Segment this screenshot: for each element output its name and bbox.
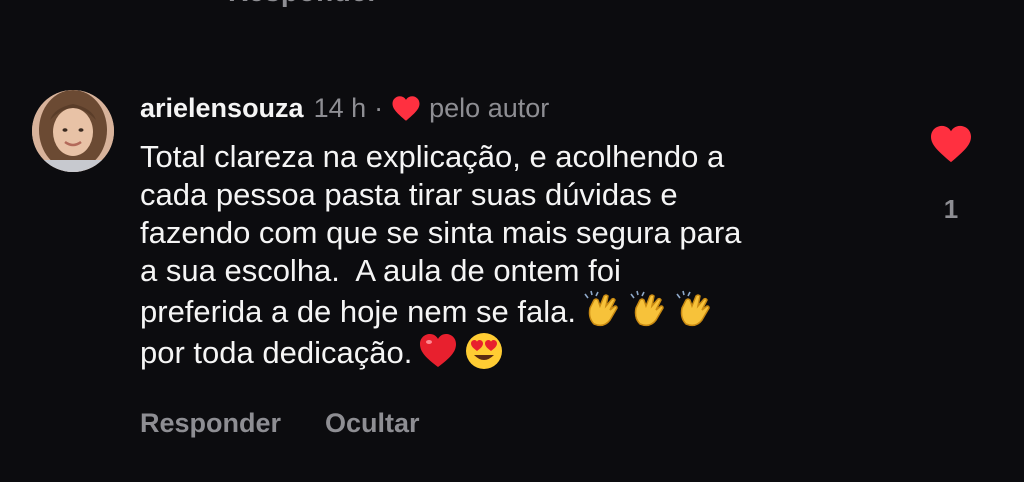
liked-by-author-label: pelo autor <box>429 93 550 123</box>
clapping-hands-icon <box>676 290 710 327</box>
comment-line: preferida a de hoje nem se fala. <box>140 294 576 329</box>
username[interactable]: arielensouza <box>140 88 304 128</box>
red-heart-icon <box>420 334 457 367</box>
comment-time: 14 h <box>313 93 367 123</box>
comment-text: Total clareza na explicação, e acolhendo… <box>140 138 900 372</box>
clapping-hands-icon <box>584 290 618 327</box>
comment-line: por toda dedicação. <box>140 335 413 370</box>
meta-separator: · <box>374 93 384 123</box>
comment-line: a sua escolha. A aula de ontem foi <box>140 253 621 288</box>
comment-meta: arielensouza 14 h · pelo autor <box>140 88 900 128</box>
like-heart-icon[interactable] <box>929 124 973 164</box>
comment-line: cada pessoa pasta tirar suas dúvidas e <box>140 177 678 212</box>
clapping-hands-icon <box>630 290 664 327</box>
comment-line-with-emojis: preferida a de hoje nem se fala. <box>140 290 900 331</box>
reply-button[interactable]: Responder <box>140 408 281 439</box>
comment: arielensouza 14 h · pelo autor Total cla… <box>140 88 900 372</box>
hide-button[interactable]: Ocultar <box>325 408 420 439</box>
comment-line-with-emojis: por toda dedicação. <box>140 331 900 372</box>
heart-eyes-face-icon <box>466 333 503 369</box>
comment-line: fazendo com que se sinta mais segura par… <box>140 215 742 250</box>
comment-actions: Responder Ocultar <box>140 408 420 439</box>
like-column: 1 <box>928 124 974 225</box>
avatar[interactable] <box>32 90 114 172</box>
avatar-image <box>32 90 114 172</box>
comment-line: Total clareza na explicação, e acolhendo… <box>140 139 725 174</box>
previous-reply-button[interactable]: Responder <box>228 0 379 8</box>
like-count: 1 <box>943 194 959 224</box>
comments-screen: Responder arielensouza 14 h · pelo autor… <box>0 0 1024 482</box>
liked-by-author-heart-icon <box>392 95 420 121</box>
